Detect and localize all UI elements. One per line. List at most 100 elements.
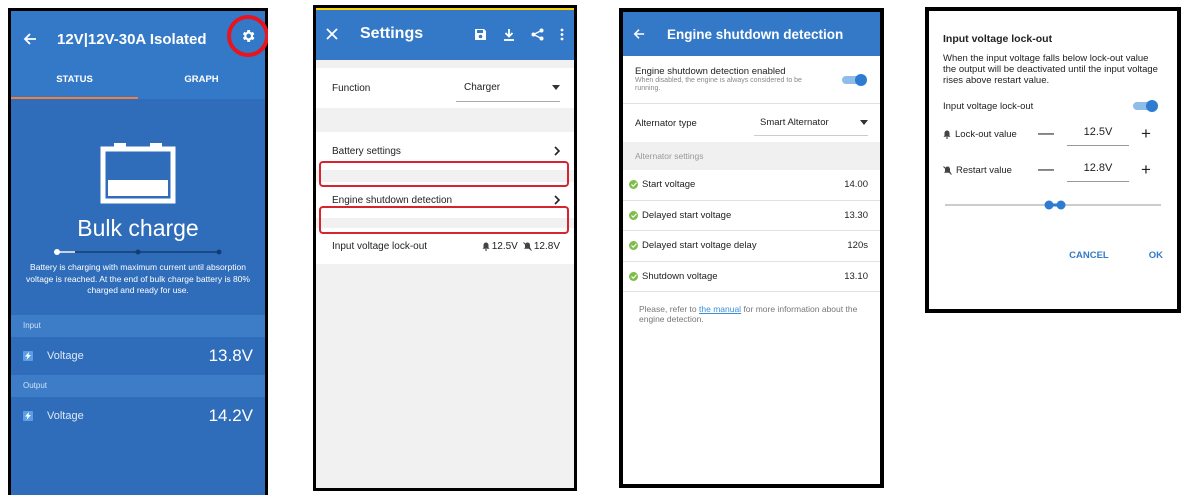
check-icon bbox=[629, 241, 638, 251]
engine-footer-note: Please, refer to the manual for more inf… bbox=[623, 292, 880, 336]
input-voltage-lockout-label: Input voltage lock-out bbox=[332, 240, 428, 252]
restart-value-row: Restart value — 12.8V + bbox=[943, 156, 1163, 184]
back-arrow-icon[interactable] bbox=[633, 28, 645, 40]
dropdown-arrow-icon bbox=[552, 85, 560, 90]
alternator-type-row: Alternator type Smart Alternator bbox=[623, 104, 880, 142]
lockout-increase-button[interactable]: + bbox=[1141, 124, 1151, 144]
voltage-range-slider[interactable] bbox=[943, 198, 1163, 212]
lightning-icon bbox=[23, 410, 33, 421]
input-voltage-value: 13.8V bbox=[208, 345, 253, 365]
dialog-description: When the input voltage falls below lock-… bbox=[943, 53, 1158, 86]
start-voltage-label: Start voltage bbox=[642, 179, 696, 191]
input-section-header: Input bbox=[11, 314, 265, 337]
start-voltage-value: 14.00 bbox=[844, 179, 868, 191]
dialog-title: Input voltage lock-out bbox=[943, 33, 1053, 45]
charge-progress bbox=[53, 248, 223, 256]
lockout-toggle[interactable] bbox=[1131, 100, 1159, 112]
page-title: Settings bbox=[360, 25, 424, 42]
bell-icon bbox=[482, 242, 490, 251]
function-select[interactable]: Charger bbox=[456, 74, 560, 102]
bell-off-icon bbox=[523, 241, 532, 251]
delayed-start-delay-row[interactable]: Delayed start voltage delay 120s bbox=[623, 231, 880, 262]
footer-text: Please, refer to bbox=[639, 304, 700, 314]
tab-graph[interactable]: GRAPH bbox=[138, 67, 265, 99]
restart-value-label: Restart value bbox=[956, 164, 1012, 176]
delayed-start-delay-label: Delayed start voltage delay bbox=[642, 240, 757, 252]
engine-enabled-toggle[interactable] bbox=[840, 73, 868, 86]
save-icon[interactable] bbox=[474, 28, 487, 41]
gear-icon[interactable] bbox=[240, 28, 256, 44]
lockout-decrease-button[interactable]: — bbox=[1035, 125, 1057, 143]
shutdown-voltage-value: 13.10 bbox=[844, 270, 868, 282]
charge-state: Bulk charge bbox=[77, 215, 199, 241]
lockout-toggle-label: Input voltage lock-out bbox=[943, 100, 1034, 112]
output-voltage-value: 14.2V bbox=[208, 405, 253, 425]
delayed-start-voltage-label: Delayed start voltage bbox=[642, 209, 732, 221]
output-voltage-row: Voltage 14.2V bbox=[11, 397, 265, 435]
lockout-dialog: Input voltage lock-out When the input vo… bbox=[925, 7, 1181, 313]
start-voltage-row[interactable]: Start voltage 14.00 bbox=[623, 170, 880, 201]
tab-bar: STATUS GRAPH bbox=[11, 67, 265, 99]
status-screen-content: 12V|12V-30A Isolated STATUS GRAPH Bulk c… bbox=[11, 11, 268, 495]
output-section-header: Output bbox=[11, 374, 265, 397]
download-icon[interactable] bbox=[503, 28, 515, 41]
settings-screen-content: Settings Function Charger Battery settin… bbox=[316, 8, 574, 488]
chevron-right-icon bbox=[554, 146, 560, 156]
lockout-value: 12.5V bbox=[491, 240, 518, 252]
close-icon[interactable] bbox=[326, 28, 338, 40]
function-label: Function bbox=[332, 82, 371, 94]
app-bar: Settings bbox=[316, 8, 574, 60]
alternator-type-label: Alternator type bbox=[635, 117, 697, 129]
slider-thumb-restart[interactable] bbox=[1056, 200, 1066, 210]
engine-shutdown-highlight bbox=[319, 161, 569, 187]
input-voltage-lockout-highlight bbox=[319, 206, 569, 234]
charge-description: Battery is charging with maximum current… bbox=[26, 262, 250, 295]
restart-increase-button[interactable]: + bbox=[1141, 160, 1151, 180]
tab-status[interactable]: STATUS bbox=[11, 67, 138, 99]
restart-value: 12.8V bbox=[533, 240, 560, 252]
delayed-start-voltage-value: 13.30 bbox=[844, 209, 868, 221]
engine-shutdown-label: Engine shutdown detection bbox=[332, 194, 453, 206]
app-bar: Engine shutdown detection bbox=[623, 12, 880, 56]
status-screen: 12V|12V-30A Isolated STATUS GRAPH Bulk c… bbox=[8, 8, 268, 495]
lockout-value-label: Lock-out value bbox=[955, 128, 1017, 140]
chevron-right-icon bbox=[554, 195, 560, 205]
engine-enabled-hint: When disabled, the engine is always cons… bbox=[635, 77, 802, 92]
bell-off-icon bbox=[943, 165, 952, 175]
lockout-toggle-row: Input voltage lock-out bbox=[943, 100, 1163, 112]
engine-enabled-row: Engine shutdown detection enabled When d… bbox=[623, 56, 880, 104]
dropdown-arrow-icon bbox=[860, 120, 868, 125]
manual-link[interactable]: the manual bbox=[699, 304, 741, 314]
shutdown-voltage-label: Shutdown voltage bbox=[642, 270, 718, 282]
page-title: Engine shutdown detection bbox=[667, 26, 844, 42]
lightning-icon bbox=[23, 350, 33, 361]
restart-value-field[interactable]: 12.8V bbox=[1067, 158, 1129, 182]
delayed-start-voltage-row[interactable]: Delayed start voltage 13.30 bbox=[623, 201, 880, 231]
cancel-button[interactable]: CANCEL bbox=[1069, 250, 1109, 261]
check-icon bbox=[629, 210, 638, 220]
lockout-value-row: Lock-out value — 12.5V + bbox=[943, 120, 1163, 148]
bell-icon bbox=[943, 130, 951, 139]
alternator-type-select[interactable]: Smart Alternator bbox=[754, 110, 868, 136]
check-icon bbox=[629, 271, 638, 281]
slider-thumb-lockout[interactable] bbox=[1044, 200, 1054, 210]
input-voltage-label: Voltage bbox=[47, 349, 84, 362]
shutdown-voltage-row[interactable]: Shutdown voltage 13.10 bbox=[623, 262, 880, 292]
check-icon bbox=[629, 180, 638, 190]
battery-icon bbox=[100, 141, 176, 205]
settings-screen: Settings Function Charger Battery settin… bbox=[313, 5, 577, 491]
device-title: 12V|12V-30A Isolated bbox=[57, 30, 207, 48]
ok-button[interactable]: OK bbox=[1149, 250, 1163, 261]
share-icon[interactable] bbox=[531, 28, 544, 41]
restart-decrease-button[interactable]: — bbox=[1035, 161, 1057, 179]
back-arrow-icon[interactable] bbox=[23, 32, 37, 46]
dialog-actions: CANCEL OK bbox=[943, 250, 1163, 261]
input-voltage-row: Voltage 13.8V bbox=[11, 337, 265, 375]
engine-enabled-label: Engine shutdown detection enabled bbox=[635, 66, 786, 77]
engine-shutdown-screen: Engine shutdown detection Engine shutdow… bbox=[619, 8, 884, 488]
lockout-value-field[interactable]: 12.5V bbox=[1067, 122, 1129, 146]
gear-highlight-circle bbox=[227, 15, 268, 57]
top-accent-line bbox=[316, 8, 574, 10]
alternator-type-value: Smart Alternator bbox=[760, 117, 829, 128]
more-icon[interactable] bbox=[560, 28, 564, 41]
